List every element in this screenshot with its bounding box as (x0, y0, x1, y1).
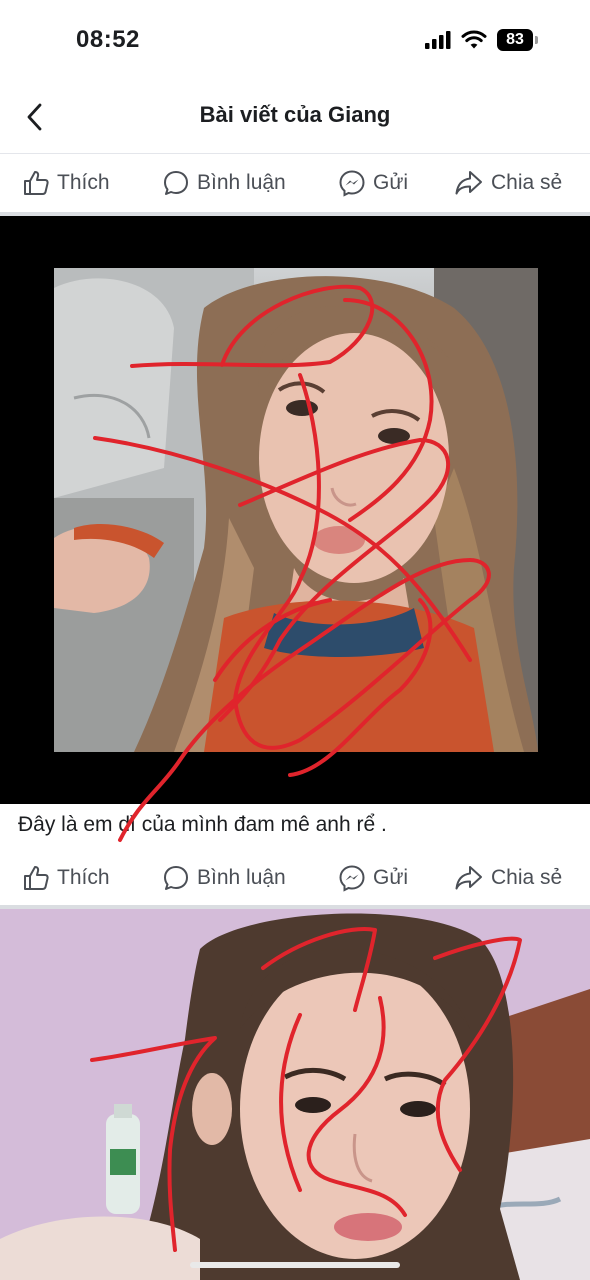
comment-icon (164, 866, 188, 890)
share-icon (455, 866, 482, 890)
comment-button[interactable]: Bình luận (162, 849, 286, 907)
photo-1-content (54, 268, 538, 752)
post-actions-top: Thích Bình luận Gửi Chia sẻ (0, 154, 590, 212)
send-label: Gửi (373, 171, 409, 194)
share-button[interactable]: Chia sẻ (454, 154, 562, 212)
thumbs-up-icon (24, 866, 49, 890)
share-label: Chia sẻ (491, 171, 563, 194)
comment-label: Bình luận (197, 171, 286, 194)
page-title: Bài viết của Giang (199, 102, 391, 127)
status-time: 08:52 (76, 26, 140, 53)
battery-icon: 83 (497, 29, 538, 51)
like-label: Thích (57, 171, 110, 194)
photo-2-content (0, 909, 590, 1280)
wifi-icon (461, 30, 487, 49)
messenger-icon (339, 170, 365, 197)
post-photo-1[interactable] (54, 268, 538, 752)
like-button[interactable]: Thích (22, 849, 110, 907)
messenger-icon (339, 865, 365, 892)
signal-icon (425, 31, 451, 49)
battery-level: 83 (497, 29, 533, 51)
share-icon (455, 171, 482, 195)
status-icons: 83 (425, 27, 538, 53)
thumbs-up-icon (24, 171, 49, 195)
send-button[interactable]: Gửi (338, 849, 408, 907)
post-actions-bottom: Thích Bình luận Gửi Chia sẻ (0, 849, 590, 907)
share-label: Chia sẻ (491, 866, 563, 889)
send-label: Gửi (373, 866, 409, 889)
nav-bar: Bài viết của Giang (0, 80, 590, 154)
share-button[interactable]: Chia sẻ (454, 849, 562, 907)
comment-label: Bình luận (197, 866, 286, 889)
like-button[interactable]: Thích (22, 154, 110, 212)
post-photo-frame[interactable] (0, 216, 590, 804)
comment-icon (164, 171, 188, 195)
like-label: Thích (57, 866, 110, 889)
home-indicator[interactable] (190, 1262, 400, 1268)
comment-button[interactable]: Bình luận (162, 154, 286, 212)
status-bar: 08:52 83 (0, 0, 590, 80)
send-button[interactable]: Gửi (338, 154, 408, 212)
post-caption: Đây là em dì của mình đam mê anh rể . (18, 813, 387, 836)
post-photo-2[interactable] (0, 909, 590, 1280)
